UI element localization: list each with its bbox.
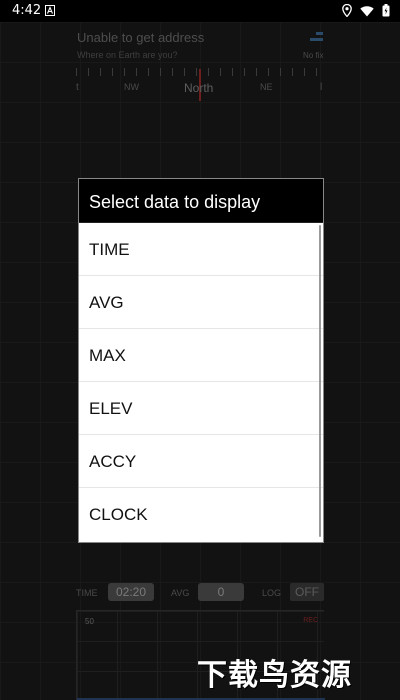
option-elev[interactable]: ELEV [79,382,323,435]
compass-label-e: l [320,82,323,93]
status-time: 4:42 [12,3,42,18]
log-toggle[interactable]: OFF [290,583,324,601]
watermark: 下载鸟资源 [197,658,352,693]
option-label: TIME [89,240,130,259]
location-icon [342,4,352,17]
dialog-header: Select data to display [79,179,323,223]
option-time[interactable]: TIME [79,223,323,276]
notification-a-icon [45,5,55,16]
address-title: Unable to get address [77,30,205,45]
option-clock[interactable]: CLOCK [79,488,323,541]
dialog-scrollbar[interactable] [319,225,321,537]
option-label: AVG [89,293,124,312]
stats-row: TIME 02:20 AVG 0 LOG OFF [76,582,324,602]
graph-y-label: 50 [85,617,94,626]
option-avg[interactable]: AVG [79,276,323,329]
gps-fix-icon[interactable] [310,32,323,42]
compass-label-nw: NW [124,82,139,92]
avg-value[interactable]: 0 [198,583,244,601]
log-label: LOG [262,588,282,598]
compass-label-north: North [184,81,214,95]
compass-strip: t NW North NE l [76,66,324,106]
dialog-title: Select data to display [89,192,261,212]
option-label: CLOCK [89,505,148,524]
compass-label-w: t [76,82,79,93]
option-label: MAX [89,346,126,365]
time-label: TIME [76,588,98,598]
time-value[interactable]: 02:20 [108,583,154,601]
graph-rec-label: REC [303,617,318,624]
option-label: ELEV [89,399,133,418]
option-label: ACCY [89,452,137,471]
select-data-dialog: Select data to display TIME AVG MAX ELEV… [79,179,323,542]
fix-status: No fix [303,51,324,60]
option-accy[interactable]: ACCY [79,435,323,488]
option-max[interactable]: MAX [79,329,323,382]
avg-label: AVG [171,588,190,598]
status-bar: 4:42 [0,0,400,22]
address-subtitle: Where on Earth are you? [77,50,178,60]
battery-icon [382,4,390,17]
dialog-options-list: TIME AVG MAX ELEV ACCY CLOCK [79,223,323,542]
compass-label-ne: NE [260,82,273,92]
wifi-icon [360,5,374,16]
